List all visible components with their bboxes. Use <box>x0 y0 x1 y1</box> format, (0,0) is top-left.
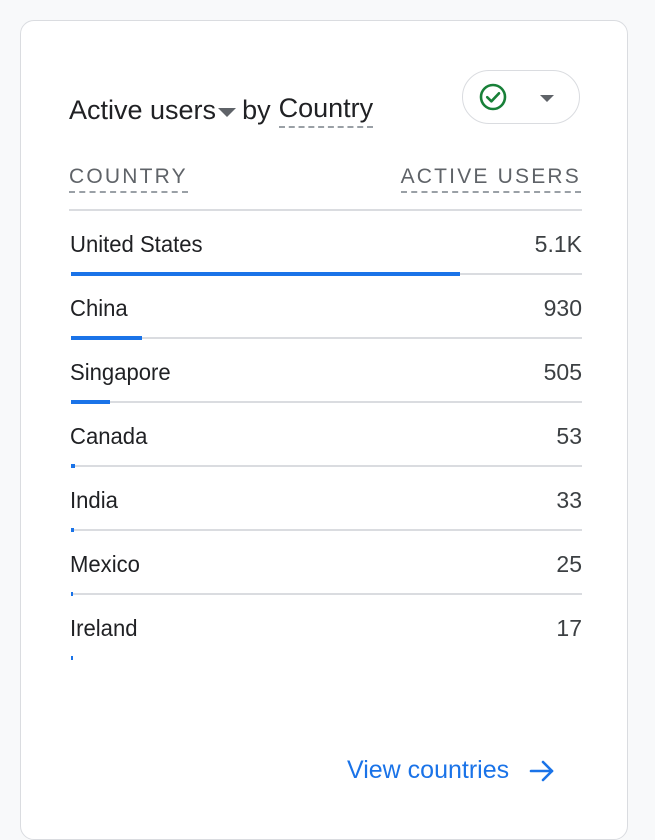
row-value: 17 <box>556 615 582 641</box>
metric-label: Active users <box>69 95 217 125</box>
row-country: Singapore <box>70 359 171 385</box>
row-country: Canada <box>70 423 148 449</box>
arrow-right-icon <box>529 760 554 781</box>
active-users-by-country-card: Active users by Country COUNTRY ACTIVE U… <box>20 20 628 840</box>
comparison-status-dropdown[interactable] <box>462 70 580 124</box>
country-table: United States 5.1K China 930 Singapore 5… <box>69 211 582 660</box>
view-countries-label: View countries <box>347 756 510 784</box>
row-country: India <box>70 487 118 513</box>
caret-down-icon <box>540 95 554 102</box>
metric-selector[interactable]: Active users <box>69 95 242 126</box>
table-row[interactable]: Mexico 25 <box>69 531 582 596</box>
row-country: Ireland <box>70 615 138 641</box>
dimension-selector[interactable]: Country <box>278 93 374 128</box>
row-country: United States <box>70 231 203 257</box>
row-value: 5.1K <box>534 231 582 257</box>
row-country: China <box>70 295 128 321</box>
row-value: 33 <box>556 487 582 513</box>
row-value: 53 <box>556 423 582 449</box>
check-circle-icon <box>479 83 507 111</box>
row-value: 505 <box>543 359 582 385</box>
bar-track <box>71 656 582 660</box>
table-row[interactable]: Canada 53 <box>69 403 582 468</box>
card-title: Active users by Country <box>69 93 374 128</box>
row-value: 25 <box>556 551 582 577</box>
column-header-country[interactable]: COUNTRY <box>69 165 188 193</box>
table-row[interactable]: United States 5.1K <box>69 211 582 276</box>
row-country: Mexico <box>70 551 140 577</box>
table-row[interactable]: India 33 <box>69 467 582 532</box>
table-row[interactable]: Ireland 17 <box>69 595 582 660</box>
row-value: 930 <box>543 295 582 321</box>
view-countries-link[interactable]: View countries <box>347 756 555 785</box>
table-row[interactable]: China 930 <box>69 275 582 340</box>
table-row[interactable]: Singapore 505 <box>69 339 582 404</box>
by-label: by <box>242 95 271 125</box>
column-header-active-users[interactable]: ACTIVE USERS <box>400 165 581 193</box>
value-bar <box>71 656 73 660</box>
caret-down-icon <box>218 108 237 117</box>
